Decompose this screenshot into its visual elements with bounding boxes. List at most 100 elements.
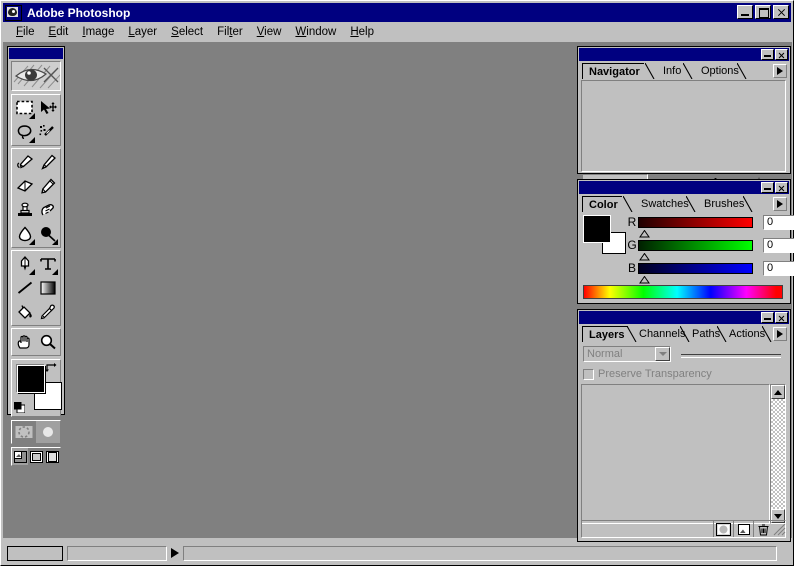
navigator-minimize-button[interactable] bbox=[761, 49, 774, 60]
menu-filter[interactable]: Filter bbox=[210, 25, 250, 39]
channel-g-value[interactable]: 0 bbox=[763, 238, 794, 253]
color-palette: Color Swatches Brushes R bbox=[577, 179, 791, 304]
standard-mode-button[interactable] bbox=[12, 421, 36, 443]
layers-resize-grip[interactable] bbox=[773, 523, 786, 536]
rubber-stamp-tool[interactable] bbox=[13, 198, 36, 222]
blend-mode-dropdown[interactable]: Normal bbox=[583, 346, 671, 362]
layers-list[interactable] bbox=[581, 384, 770, 524]
menu-layer[interactable]: Layer bbox=[121, 25, 164, 39]
zoom-tool[interactable] bbox=[36, 330, 59, 354]
dodge-tool[interactable] bbox=[36, 222, 59, 246]
document-size-field[interactable] bbox=[7, 546, 63, 561]
status-menu-arrow-icon[interactable] bbox=[171, 548, 179, 558]
navigator-tab-strip: Navigator Info Options bbox=[579, 63, 789, 79]
blend-mode-value: Normal bbox=[587, 347, 622, 361]
toolbox-navigation-group bbox=[11, 328, 61, 356]
pen-tool[interactable] bbox=[13, 252, 36, 276]
maximize-button[interactable] bbox=[755, 5, 771, 19]
pencil-tool[interactable] bbox=[36, 174, 59, 198]
tab-options[interactable]: Options bbox=[695, 63, 743, 79]
layers-title-bar[interactable] bbox=[579, 311, 789, 324]
tab-swatches[interactable]: Swatches bbox=[635, 196, 693, 212]
magic-wand-tool[interactable] bbox=[36, 120, 59, 144]
full-screen-mode-button[interactable] bbox=[44, 448, 60, 465]
gradient-tool[interactable] bbox=[36, 276, 59, 300]
preserve-transparency-checkbox[interactable] bbox=[583, 369, 594, 380]
opacity-slider[interactable] bbox=[681, 354, 781, 358]
tab-color-label: Color bbox=[583, 199, 622, 211]
navigator-thumbnail-view[interactable] bbox=[581, 80, 786, 172]
channel-b-label: B bbox=[626, 261, 638, 275]
channel-g-slider[interactable] bbox=[638, 240, 753, 251]
color-spectrum-ramp[interactable] bbox=[583, 285, 783, 299]
hand-tool[interactable] bbox=[13, 330, 36, 354]
default-colors-icon[interactable] bbox=[14, 402, 25, 413]
window-controls bbox=[737, 5, 789, 19]
tab-navigator[interactable]: Navigator bbox=[582, 63, 644, 79]
toolbox-selection-group bbox=[11, 94, 61, 146]
smudge-tool[interactable] bbox=[36, 198, 59, 222]
layers-scrollbar[interactable] bbox=[770, 384, 786, 524]
standard-screen-mode-button[interactable] bbox=[12, 448, 28, 465]
menu-view[interactable]: View bbox=[250, 25, 289, 39]
eyedropper-tool[interactable] bbox=[36, 300, 59, 324]
swap-colors-icon[interactable] bbox=[45, 362, 57, 373]
tab-navigator-label: Navigator bbox=[583, 66, 644, 78]
channel-b-value[interactable]: 0 bbox=[763, 261, 794, 276]
color-channel-b: B 0 bbox=[626, 259, 794, 277]
add-layer-mask-button[interactable] bbox=[713, 521, 733, 537]
preserve-transparency-label: Preserve Transparency bbox=[598, 368, 712, 380]
menu-file[interactable]: File bbox=[9, 25, 42, 39]
channel-r-slider[interactable] bbox=[638, 217, 753, 228]
scroll-up-button[interactable] bbox=[771, 385, 785, 399]
close-button[interactable] bbox=[773, 5, 789, 19]
layers-menu-arrow-icon[interactable] bbox=[773, 327, 787, 341]
navigator-close-button[interactable] bbox=[775, 49, 788, 60]
tab-brushes-label: Brushes bbox=[698, 198, 748, 210]
toolbox-vector-group bbox=[11, 250, 61, 326]
preserve-transparency-row[interactable]: Preserve Transparency bbox=[583, 368, 712, 380]
menu-select[interactable]: Select bbox=[164, 25, 210, 39]
blur-tool[interactable] bbox=[13, 222, 36, 246]
marquee-tool[interactable] bbox=[13, 96, 36, 120]
minimize-button[interactable] bbox=[737, 5, 753, 19]
tab-layers[interactable]: Layers bbox=[582, 326, 628, 342]
paintbrush-tool[interactable] bbox=[36, 150, 59, 174]
move-tool[interactable] bbox=[36, 96, 59, 120]
airbrush-tool[interactable] bbox=[13, 150, 36, 174]
channel-r-value[interactable]: 0 bbox=[763, 215, 794, 230]
foreground-color-swatch[interactable] bbox=[17, 365, 45, 393]
paint-bucket-tool[interactable] bbox=[13, 300, 36, 324]
color-foreground-swatch[interactable] bbox=[584, 216, 610, 242]
quick-mask-mode-button[interactable] bbox=[36, 421, 60, 443]
full-screen-menubar-mode-button[interactable] bbox=[28, 448, 44, 465]
new-layer-button[interactable] bbox=[733, 521, 753, 537]
color-minimize-button[interactable] bbox=[761, 182, 774, 193]
layers-palette: Layers Channels Paths Actions bbox=[577, 309, 791, 542]
navigator-menu-arrow-icon[interactable] bbox=[773, 64, 787, 78]
toolbox-painting-group bbox=[11, 148, 61, 248]
tab-brushes[interactable]: Brushes bbox=[698, 196, 748, 212]
line-tool[interactable] bbox=[13, 276, 36, 300]
menu-edit[interactable]: Edit bbox=[42, 25, 76, 39]
delete-layer-button[interactable] bbox=[753, 521, 773, 537]
color-menu-arrow-icon[interactable] bbox=[773, 197, 787, 211]
lasso-tool[interactable] bbox=[13, 120, 36, 144]
channel-g-label: G bbox=[626, 238, 638, 252]
channel-b-slider[interactable] bbox=[638, 263, 753, 274]
layers-close-button[interactable] bbox=[775, 312, 788, 323]
menu-image[interactable]: Image bbox=[75, 25, 121, 39]
chevron-down-icon[interactable] bbox=[655, 347, 670, 361]
layers-minimize-button[interactable] bbox=[761, 312, 774, 323]
eraser-tool[interactable] bbox=[13, 174, 36, 198]
tab-info[interactable]: Info bbox=[657, 63, 685, 79]
tab-color[interactable]: Color bbox=[582, 196, 622, 212]
menu-window[interactable]: Window bbox=[288, 25, 343, 39]
menu-help[interactable]: Help bbox=[343, 25, 381, 39]
color-close-button[interactable] bbox=[775, 182, 788, 193]
photoshop-eye-icon bbox=[5, 5, 22, 21]
color-title-bar[interactable] bbox=[579, 181, 789, 194]
toolbox-title-bar[interactable] bbox=[9, 48, 63, 59]
navigator-title-bar[interactable] bbox=[579, 48, 789, 61]
type-tool[interactable] bbox=[36, 252, 59, 276]
